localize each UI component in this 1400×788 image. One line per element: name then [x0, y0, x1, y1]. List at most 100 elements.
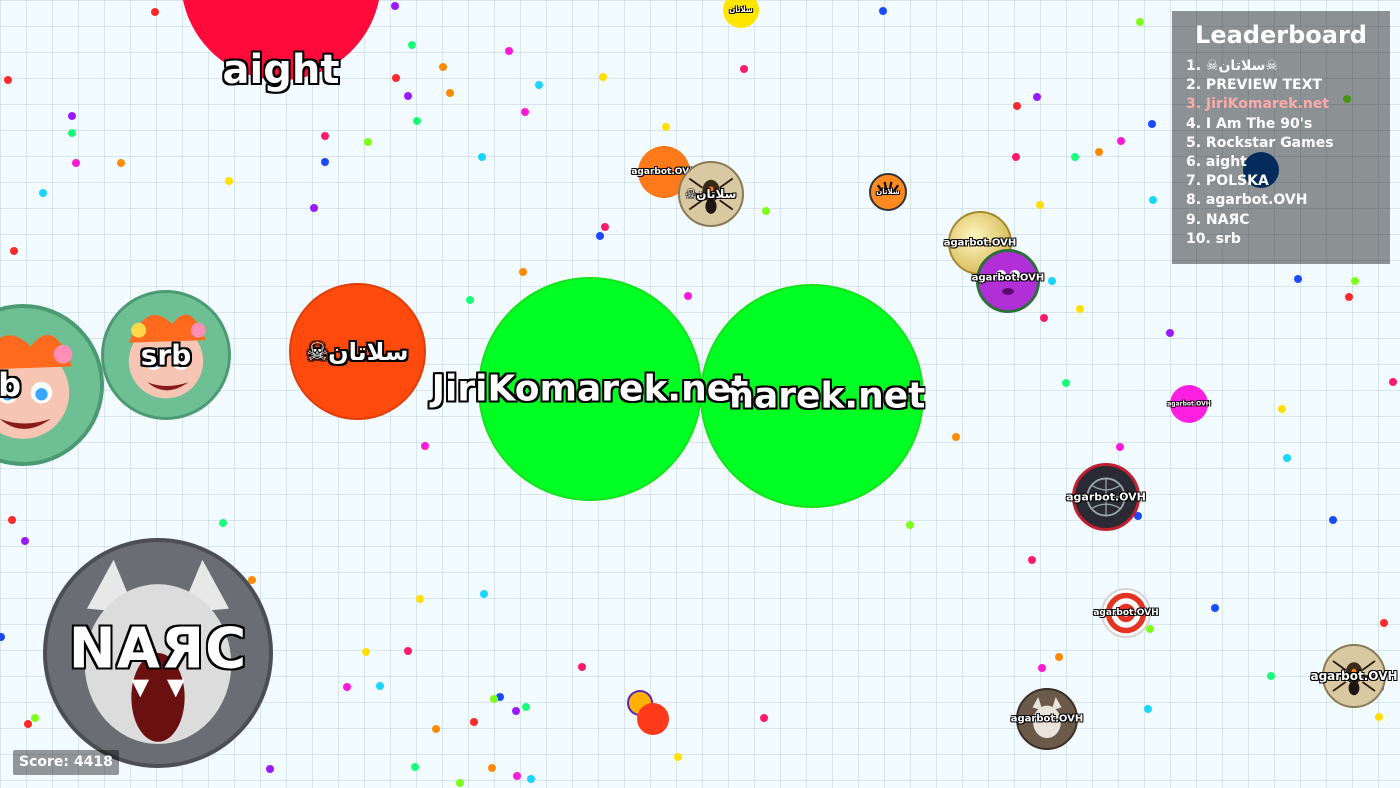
food-pellet — [1389, 378, 1397, 386]
score-display: Score: 4418 — [13, 750, 119, 775]
cell-name: سلاتان — [729, 6, 753, 14]
food-pellet — [521, 108, 529, 116]
food-pellet — [478, 153, 486, 161]
leaderboard-entry: 6. aight — [1186, 154, 1247, 171]
food-pellet — [310, 204, 318, 212]
cell-yellow-small: سلاتان — [723, 0, 759, 28]
cell-tiger-small: سلاتان — [869, 173, 907, 211]
leaderboard-entry: 4. I Am The 90's — [1186, 115, 1313, 132]
food-pellet — [1055, 653, 1063, 661]
food-pellet — [1380, 619, 1388, 627]
food-pellet — [68, 112, 76, 120]
food-pellet — [662, 123, 670, 131]
cell-name: agarbot.OVH — [943, 237, 1017, 249]
food-pellet — [31, 714, 39, 722]
food-pellet — [10, 247, 18, 255]
food-pellet — [8, 516, 16, 524]
food-pellet — [4, 76, 12, 84]
food-pellet — [1294, 275, 1302, 283]
cell-name: srb — [140, 338, 192, 372]
food-pellet — [266, 765, 274, 773]
food-pellet — [1033, 93, 1041, 101]
cell-wolf-small: agarbot.OVH — [1011, 688, 1083, 750]
food-pellet — [527, 775, 535, 783]
food-pellet — [488, 764, 496, 772]
cell-name: ☠سلاتان — [306, 337, 409, 366]
food-pellet — [391, 2, 399, 10]
cell-spider-right: agarbot.OVH — [1310, 644, 1398, 708]
food-pellet — [151, 8, 159, 16]
food-pellet — [21, 537, 29, 545]
leaderboard-entry: 10. srb — [1186, 230, 1241, 247]
food-pellet — [601, 223, 609, 231]
cell-target: agarbot.OVH — [1093, 588, 1159, 638]
food-pellet — [408, 41, 416, 49]
food-pellet — [760, 714, 768, 722]
food-pellet — [72, 159, 80, 167]
food-pellet — [596, 232, 604, 240]
leaderboard-entry: 9. NAЯC — [1186, 211, 1250, 228]
food-pellet — [421, 442, 429, 450]
food-pellet — [1117, 137, 1125, 145]
food-pellet — [1040, 314, 1048, 322]
food-pellet — [1144, 705, 1152, 713]
food-pellet — [1211, 604, 1219, 612]
food-pellet — [404, 92, 412, 100]
food-pellet — [1076, 305, 1084, 313]
food-pellet — [906, 521, 914, 529]
food-pellet — [439, 63, 447, 71]
food-pellet — [1149, 196, 1157, 204]
food-pellet — [578, 663, 586, 671]
food-pellet — [0, 633, 5, 641]
cell-name: NAЯC — [68, 616, 248, 682]
cell-name: agarbot.OVH — [1066, 490, 1146, 504]
food-pellet — [466, 296, 474, 304]
cell-name: aight — [222, 47, 340, 93]
leaderboard-entry: 8. agarbot.OVH — [1186, 192, 1308, 209]
cell-tiny-red — [637, 703, 669, 735]
food-pellet — [321, 132, 329, 140]
food-pellet — [519, 268, 527, 276]
food-pellet — [490, 695, 498, 703]
food-pellet — [1013, 102, 1021, 110]
cell-purple: agarbot.OVH — [972, 249, 1044, 313]
leaderboard-entry: 2. PREVIEW TEXT — [1186, 77, 1322, 94]
food-pellet — [1028, 556, 1036, 564]
cell-spider-top: ☠سلاتان — [678, 161, 744, 227]
food-pellet — [1136, 18, 1144, 26]
cell-sultan: ☠سلاتان — [289, 283, 426, 420]
food-pellet — [117, 159, 125, 167]
food-pellet — [321, 158, 329, 166]
food-pellet — [674, 753, 682, 761]
food-pellet — [416, 595, 424, 603]
food-pellet — [1351, 277, 1359, 285]
food-pellet — [1036, 201, 1044, 209]
food-pellet — [413, 117, 421, 125]
food-pellet — [1148, 120, 1156, 128]
food-pellet — [952, 433, 960, 441]
food-pellet — [599, 73, 607, 81]
food-pellet — [1095, 148, 1103, 156]
leaderboard-entry: 5. Rockstar Games — [1186, 134, 1334, 151]
food-pellet — [1062, 379, 1070, 387]
cell-magenta-small: agarbot.OVH — [1167, 385, 1211, 423]
food-pellet — [1166, 329, 1174, 337]
cell-name: agarbot.OVH — [1167, 400, 1211, 408]
food-pellet — [1345, 293, 1353, 301]
cell-grid-ball: agarbot.OVH — [1066, 463, 1146, 531]
food-pellet — [343, 683, 351, 691]
food-pellet — [432, 725, 440, 733]
food-pellet — [68, 129, 76, 137]
cell-name: srb — [0, 366, 22, 404]
food-pellet — [512, 707, 520, 715]
leaderboard-entry: 7. POLSKA — [1186, 173, 1269, 190]
food-pellet — [219, 519, 227, 527]
food-pellet — [1038, 664, 1046, 672]
food-pellet — [404, 647, 412, 655]
food-pellet — [470, 718, 478, 726]
cell-name: agarbot.OVH — [971, 272, 1045, 284]
cell-name: سلاتان — [876, 188, 900, 196]
food-pellet — [513, 772, 521, 780]
cell-srb-left: srb — [0, 304, 104, 466]
food-pellet — [392, 74, 400, 82]
